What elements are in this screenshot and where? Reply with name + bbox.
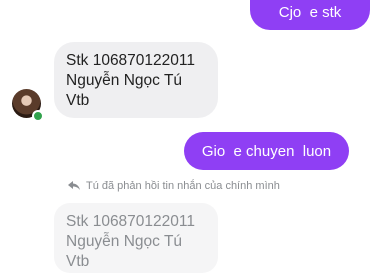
message-text: Cjo e stk [278, 3, 342, 21]
sent-message-bubble[interactable]: Cjo e stk [250, 0, 370, 30]
message-text: Gio e chuyen luon [201, 142, 332, 160]
reply-note-text: Tú đã phản hồi tin nhắn của chính mình [86, 180, 280, 192]
message-line: Vtb [66, 92, 90, 109]
online-status-dot [32, 110, 44, 122]
sent-message-bubble[interactable]: Gio e chuyen luon [184, 132, 349, 170]
quoted-line: Vtb [66, 253, 90, 270]
quoted-line: Nguyễn Ngọc Tú [66, 233, 183, 250]
message-line: Stk 106870122011 [66, 52, 195, 69]
reply-arrow-icon [68, 181, 80, 190]
received-message-bubble[interactable]: Stk 106870122011 Nguyễn Ngọc Tú Vtb [54, 42, 218, 118]
quoted-message-bubble[interactable]: Stk 106870122011 Nguyễn Ngọc Tú Vtb [54, 203, 218, 273]
reply-indicator: Tú đã phản hồi tin nhắn của chính mình [68, 180, 280, 192]
quoted-line: Stk 106870122011 [66, 213, 195, 230]
message-line: Nguyễn Ngọc Tú [66, 72, 183, 89]
